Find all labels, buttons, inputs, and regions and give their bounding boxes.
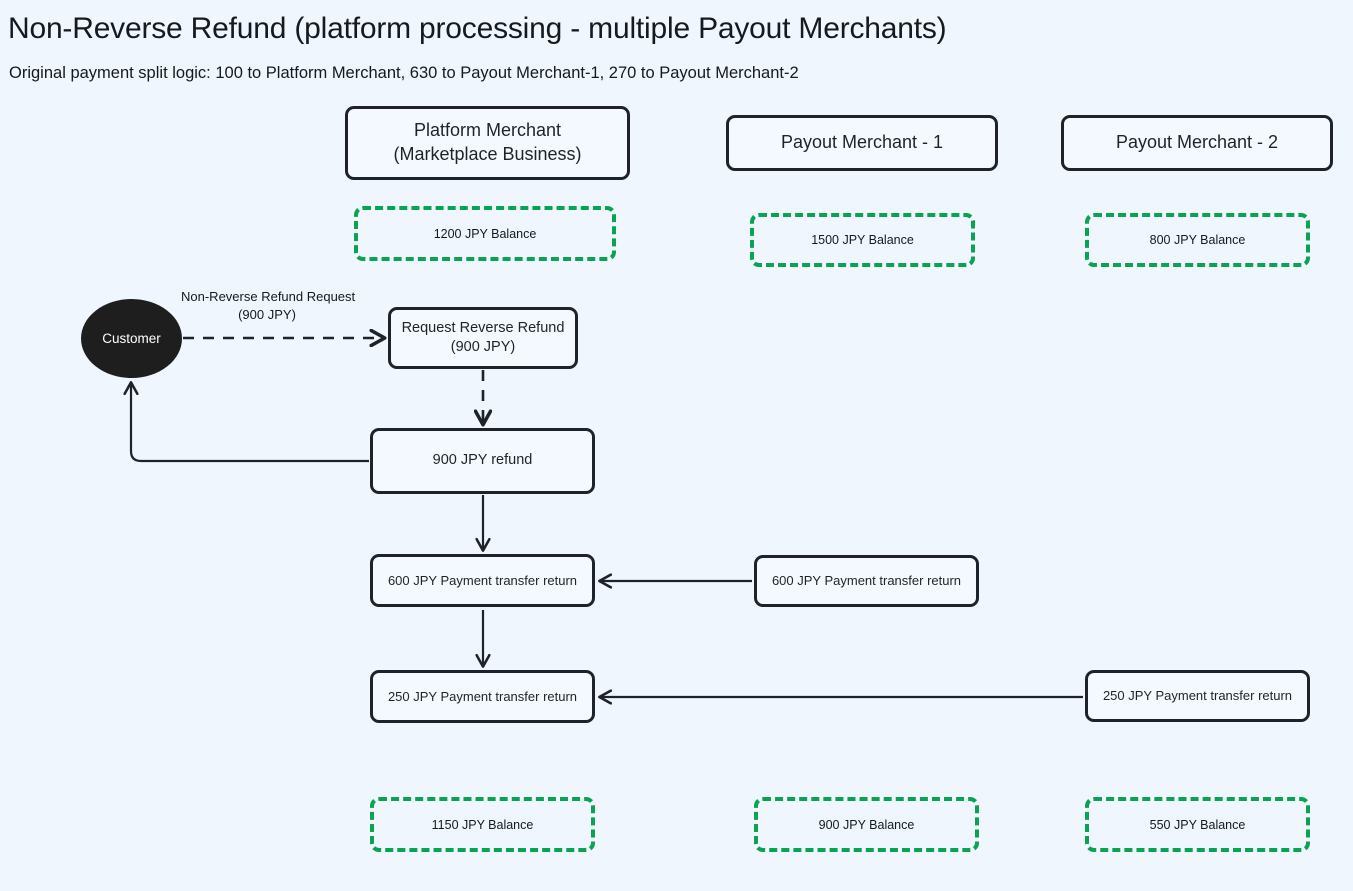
payout2-transfer-return-250-label: 250 JPY Payment transfer return [1102,688,1293,704]
edge-label-refund-request-line1: Non-Reverse Refund Request [181,289,356,304]
node-payout2-transfer-return-250[interactable]: 250 JPY Payment transfer return [1085,670,1310,722]
balance-after-platform: 1150 JPY Balance [370,797,595,852]
balance-before-platform-label: 1200 JPY Balance [433,226,537,241]
node-payout-merchant-2[interactable]: Payout Merchant - 2 [1061,115,1333,171]
balance-after-payout1: 900 JPY Balance [754,797,979,852]
page-subtitle: Original payment split logic: 100 to Pla… [9,64,799,82]
payout1-transfer-return-600-label: 600 JPY Payment transfer return [771,573,962,589]
edge-label-refund-request-line2: (900 JPY) [238,306,296,322]
payout-merchant-1-title: Payout Merchant - 1 [780,132,944,153]
balance-before-payout1-label: 1500 JPY Balance [811,233,914,247]
edge-refund-to-customer [123,381,369,463]
platform-merchant-title: Platform Merchant [413,120,562,141]
balance-after-payout2-label: 550 JPY Balance [1149,817,1246,832]
balance-before-payout1: 1500 JPY Balance [750,213,975,267]
payout-merchant-2-title: Payout Merchant - 2 [1115,132,1279,153]
platform-transfer-return-600-label: 600 JPY Payment transfer return [387,572,578,588]
node-payout-merchant-1[interactable]: Payout Merchant - 1 [726,115,998,171]
balance-after-payout2: 550 JPY Balance [1085,797,1310,852]
customer-label: Customer [102,331,161,346]
node-customer[interactable]: Customer [81,299,182,378]
node-platform-transfer-return-250[interactable]: 250 JPY Payment transfer return [370,670,595,723]
balance-after-platform-label: 1150 JPY Balance [431,817,534,832]
refund-900-label: 900 JPY refund [432,452,533,469]
balance-before-payout2-label: 800 JPY Balance [1149,233,1246,247]
balance-after-payout1-label: 900 JPY Balance [818,817,915,832]
balance-before-platform: 1200 JPY Balance [354,206,616,261]
node-request-reverse-refund[interactable]: Request Reverse Refund (900 JPY) [388,307,578,369]
edge-label-refund-request: Non-Reverse Refund Request (900 JPY) [181,288,356,323]
request-reverse-refund-line1: Request Reverse Refund [401,319,565,336]
node-payout1-transfer-return-600[interactable]: 600 JPY Payment transfer return [754,555,979,607]
request-reverse-refund-line2: (900 JPY) [450,339,516,355]
node-refund-900[interactable]: 900 JPY refund [370,428,595,494]
balance-before-payout2: 800 JPY Balance [1085,213,1310,267]
platform-transfer-return-250-label: 250 JPY Payment transfer return [387,688,578,704]
node-platform-merchant[interactable]: Platform Merchant (Marketplace Business) [345,106,630,180]
page-title: Non-Reverse Refund (platform processing … [8,12,947,45]
node-platform-transfer-return-600[interactable]: 600 JPY Payment transfer return [370,554,595,607]
platform-merchant-subtitle: (Marketplace Business) [393,144,582,164]
diagram-canvas: Non-Reverse Refund (platform processing … [0,0,1353,891]
